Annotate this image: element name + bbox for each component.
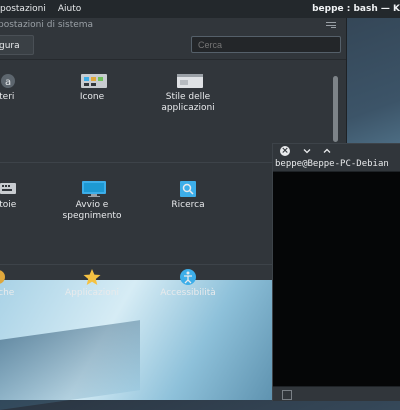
settings-item-accessibility[interactable]: Accessibilità — [143, 268, 233, 299]
settings-item-label: tteri — [0, 92, 15, 102]
settings-scrollbar-thumb[interactable] — [333, 76, 338, 142]
window-menu-icon[interactable] — [326, 21, 336, 29]
settings-item-keyboard[interactable]: atoie — [0, 180, 50, 211]
characters-icon: a — [0, 72, 16, 90]
startup-shutdown-icon — [81, 180, 106, 198]
configure-button[interactable]: gura — [0, 35, 34, 55]
terminal-footer-icon[interactable] — [282, 390, 292, 400]
close-icon[interactable]: × — [280, 146, 290, 156]
settings-title: postazioni di sistema — [0, 20, 94, 30]
partial-icon — [0, 268, 16, 286]
search-input[interactable] — [191, 36, 341, 53]
icons-icon — [81, 72, 107, 90]
chevron-up-icon[interactable] — [322, 146, 332, 156]
settings-item-label: Accessibilità — [160, 288, 216, 298]
settings-item-characters[interactable]: a tteri — [0, 72, 50, 103]
settings-toolbar: gura — [0, 33, 346, 60]
settings-item-label: Ricerca — [171, 200, 205, 210]
settings-item-label: Applicazioni — [65, 288, 119, 298]
settings-item-partial[interactable]: iche — [0, 268, 50, 299]
terminal-footer — [273, 386, 400, 401]
settings-title-bar: postazioni di sistema — [0, 18, 346, 33]
top-menu-bar: postazioni Aiuto beppe : bash — K — [0, 0, 400, 18]
settings-item-label: Stile delle applicazioni — [161, 92, 215, 113]
search-icon — [177, 180, 199, 198]
menu-postazioni[interactable]: postazioni — [0, 0, 52, 18]
settings-item-search[interactable]: Ricerca — [143, 180, 233, 211]
settings-item-label: iche — [0, 288, 15, 298]
keyboard-icon — [0, 180, 16, 198]
settings-item-label: atoie — [0, 200, 17, 210]
settings-item-label: Avvio e spegnimento — [62, 200, 122, 221]
settings-item-applications[interactable]: Applicazioni — [47, 268, 137, 299]
terminal-titlebar[interactable]: × — [273, 144, 400, 158]
menu-aiuto[interactable]: Aiuto — [52, 0, 87, 18]
star-icon — [81, 268, 103, 286]
active-window-title: beppe : bash — K — [312, 4, 400, 14]
accessibility-icon — [177, 268, 199, 286]
terminal-window[interactable]: × beppe@Beppe-PC-Debian — [272, 143, 400, 401]
svg-text:a: a — [5, 77, 11, 88]
settings-item-startup-shutdown[interactable]: Avvio e spegnimento — [47, 180, 137, 222]
terminal-tab-header: beppe@Beppe-PC-Debian — [273, 158, 400, 172]
settings-item-app-style[interactable]: Stile delle applicazioni — [143, 72, 233, 114]
chevron-down-icon[interactable] — [302, 146, 312, 156]
settings-item-label: Icone — [79, 92, 105, 102]
app-style-icon — [177, 72, 203, 90]
terminal-prompt: beppe@Beppe-PC-Debian — [275, 159, 389, 169]
settings-item-icons[interactable]: Icone — [47, 72, 137, 103]
